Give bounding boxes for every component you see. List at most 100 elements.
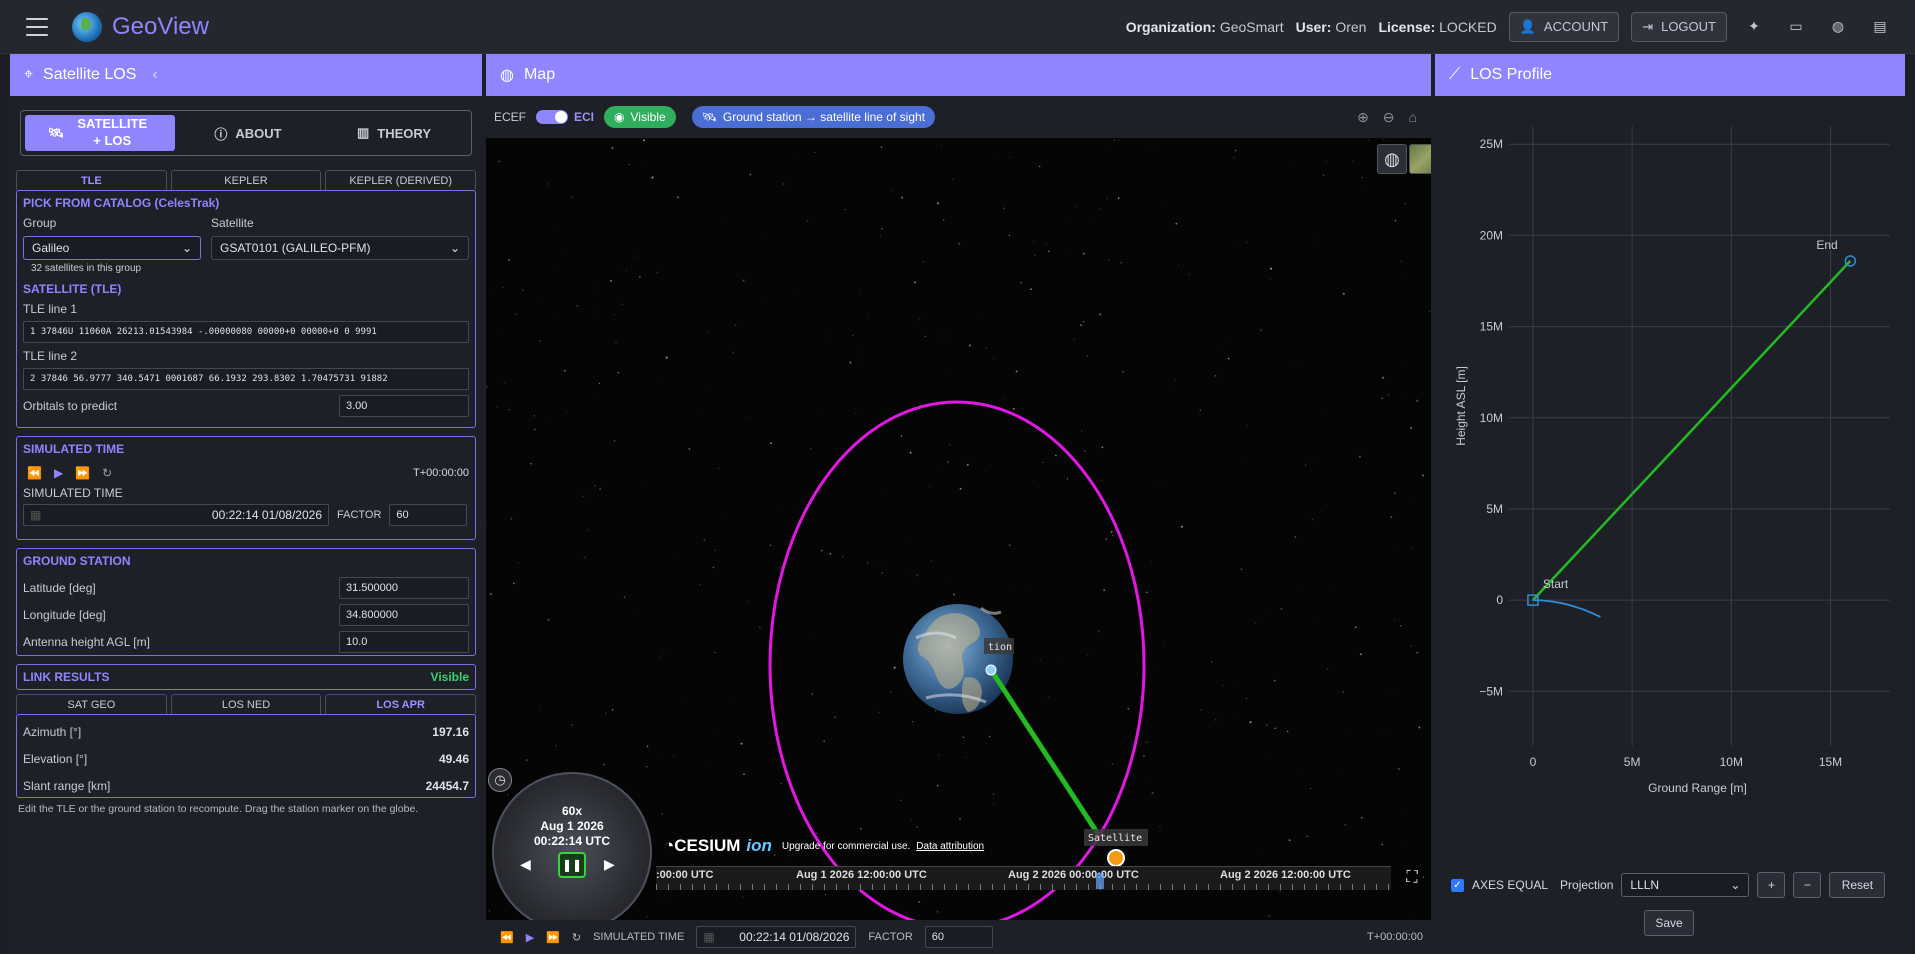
timeline-needle[interactable] xyxy=(1096,873,1104,889)
reverse-button[interactable]: ◀ xyxy=(520,856,531,873)
y-tick-label: 10M xyxy=(1480,411,1503,425)
earth-curvature-series xyxy=(1532,599,1601,618)
clock-icon[interactable]: ◷ xyxy=(488,768,512,792)
tab-theory[interactable]: ▥ THEORY xyxy=(321,115,467,151)
globe-icon[interactable]: ◍ xyxy=(1823,12,1853,42)
cesium-logo[interactable]: ◔CESIUM xyxy=(664,836,740,856)
zoom-minus-button[interactable]: − xyxy=(1793,872,1822,898)
reset-button[interactable]: Reset xyxy=(1829,872,1886,898)
star xyxy=(1382,376,1385,379)
star xyxy=(734,324,737,326)
reset-icon[interactable]: ↻ xyxy=(572,931,581,944)
los-profile-chart[interactable]: 0 5M 10M 15M −5M 0 5M 10M 15M 20M 25M Ground Range … xyxy=(1435,96,1905,856)
star xyxy=(1383,139,1385,140)
latitude-input[interactable]: 31.500000 xyxy=(339,576,469,599)
sim-time-input[interactable]: ▦ 00:22:14 01/08/2026 xyxy=(23,504,329,526)
bottom-time-input[interactable]: ▦ 00:22:14 01/08/2026 xyxy=(696,926,857,948)
star xyxy=(1159,482,1161,484)
data-attribution-link[interactable]: Data attribution xyxy=(916,841,984,852)
tle-line2-input[interactable]: 2 37846 56.9777 340.5471 0001687 66.1932… xyxy=(23,368,469,390)
star xyxy=(706,764,708,766)
star xyxy=(1113,139,1116,142)
star xyxy=(615,341,617,343)
ground-station-marker[interactable] xyxy=(985,664,997,676)
star xyxy=(546,418,548,420)
account-button[interactable]: 👤 ACCOUNT xyxy=(1508,11,1620,42)
fast-forward-icon[interactable]: ⏩ xyxy=(546,931,560,944)
imagery-picker-button[interactable] xyxy=(1409,144,1431,174)
frame-toggle[interactable] xyxy=(536,110,569,124)
sparkle-icon[interactable]: ✦ xyxy=(1739,12,1769,42)
zoom-out-icon[interactable]: ⊖ xyxy=(1383,109,1395,126)
star xyxy=(966,463,969,466)
star xyxy=(1008,544,1011,547)
star xyxy=(1082,320,1085,323)
star xyxy=(1233,156,1235,159)
save-button[interactable]: Save xyxy=(1644,910,1694,936)
star xyxy=(643,139,645,142)
tle-line1-input[interactable]: 1 37846U 11060A 26213.01543984 -.0000008… xyxy=(23,321,469,343)
star xyxy=(510,517,513,520)
factor-input[interactable]: 60 xyxy=(389,504,468,526)
base-layer-globe-button[interactable]: ◍ xyxy=(1377,144,1407,174)
logout-button[interactable]: ⇥ LOGOUT xyxy=(1631,11,1727,42)
star xyxy=(632,610,634,611)
timeline-label-2: Aug 2 2026 00:00:00 UTC xyxy=(1008,869,1139,881)
star xyxy=(502,286,504,289)
monitor-icon[interactable]: ▭ xyxy=(1781,12,1811,42)
star xyxy=(1390,516,1393,519)
star xyxy=(1159,826,1161,828)
star xyxy=(557,224,559,225)
globe-icon: ◍ xyxy=(500,67,514,84)
tab-satellite-los[interactable]: 🛰 SATELLITE + LOS xyxy=(25,115,175,151)
rewind-icon[interactable]: ⏪ xyxy=(500,931,514,944)
tab-sat-geo[interactable]: SAT GEO xyxy=(16,694,167,714)
play-icon[interactable]: ▶ xyxy=(54,466,63,480)
tab-about[interactable]: ⓘ ABOUT xyxy=(175,115,321,151)
longitude-input[interactable]: 34.800000 xyxy=(339,603,469,626)
zoom-in-icon[interactable]: ⊕ xyxy=(1357,109,1369,126)
satellite-marker[interactable] xyxy=(1107,849,1125,867)
star xyxy=(1048,250,1050,253)
fast-forward-icon[interactable]: ⏩ xyxy=(75,466,90,480)
star xyxy=(924,335,927,338)
star xyxy=(811,635,813,637)
orbitals-input[interactable]: 3.00 xyxy=(339,394,469,417)
animation-widget: ◷ 60x Aug 1 2026 00:22:14 UTC ◀ ❚❚ ▶ xyxy=(488,768,652,928)
star xyxy=(1406,278,1408,279)
axes-equal-checkbox[interactable]: ✓ xyxy=(1451,878,1464,892)
zoom-plus-button[interactable]: + xyxy=(1757,872,1786,898)
tab-los-ned[interactable]: LOS NED xyxy=(170,694,322,714)
star xyxy=(1151,561,1152,562)
menu-icon[interactable] xyxy=(26,17,48,36)
projection-select[interactable]: LLLN ⌄ xyxy=(1621,873,1750,897)
collapse-icon[interactable]: ‹ xyxy=(152,66,157,84)
tab-los-apr[interactable]: LOS APR xyxy=(325,694,477,714)
home-icon[interactable]: ⌂ xyxy=(1409,109,1417,126)
antenna-height-input[interactable]: 10.0 xyxy=(339,630,469,653)
tab-tle[interactable]: TLE xyxy=(16,170,167,190)
reset-icon[interactable]: ↻ xyxy=(102,466,112,480)
satellite-select[interactable]: GSAT0101 (GALILEO-PFM) ⌄ xyxy=(211,236,469,260)
star xyxy=(1400,625,1402,627)
play-icon[interactable]: ▶ xyxy=(526,931,534,944)
star xyxy=(1352,160,1354,162)
tab-kepler[interactable]: KEPLER xyxy=(170,170,322,190)
star xyxy=(1300,587,1302,589)
group-select[interactable]: Galileo ⌄ xyxy=(23,236,201,260)
bottom-factor-input[interactable]: 60 xyxy=(924,926,993,948)
globe-viewer[interactable]: tion Satellite ◍ ◷ 60x Aug 1 2026 00:22:… xyxy=(486,138,1431,928)
timeline[interactable]: :00:00 UTC Aug 1 2026 12:00:00 UTC Aug 2… xyxy=(656,866,1391,890)
forward-button[interactable]: ▶ xyxy=(604,856,615,873)
satellite-los-panel: ⌖ Satellite LOS ‹ 🛰 SATELLITE + LOS ⓘ ABOU… xyxy=(10,54,482,954)
pause-button[interactable]: ❚❚ xyxy=(558,852,586,878)
star xyxy=(533,415,535,417)
chat-icon[interactable]: ▤ xyxy=(1865,12,1895,42)
latitude-label: Latitude [deg] xyxy=(23,580,96,595)
star xyxy=(1298,775,1299,776)
tab-kepler-derived[interactable]: KEPLER (DERIVED) xyxy=(325,170,477,190)
y-tick-label: 15M xyxy=(1480,320,1503,334)
rewind-icon[interactable]: ⏪ xyxy=(27,466,42,480)
fullscreen-button[interactable]: ⛶ xyxy=(1399,866,1425,890)
star xyxy=(1145,782,1146,784)
